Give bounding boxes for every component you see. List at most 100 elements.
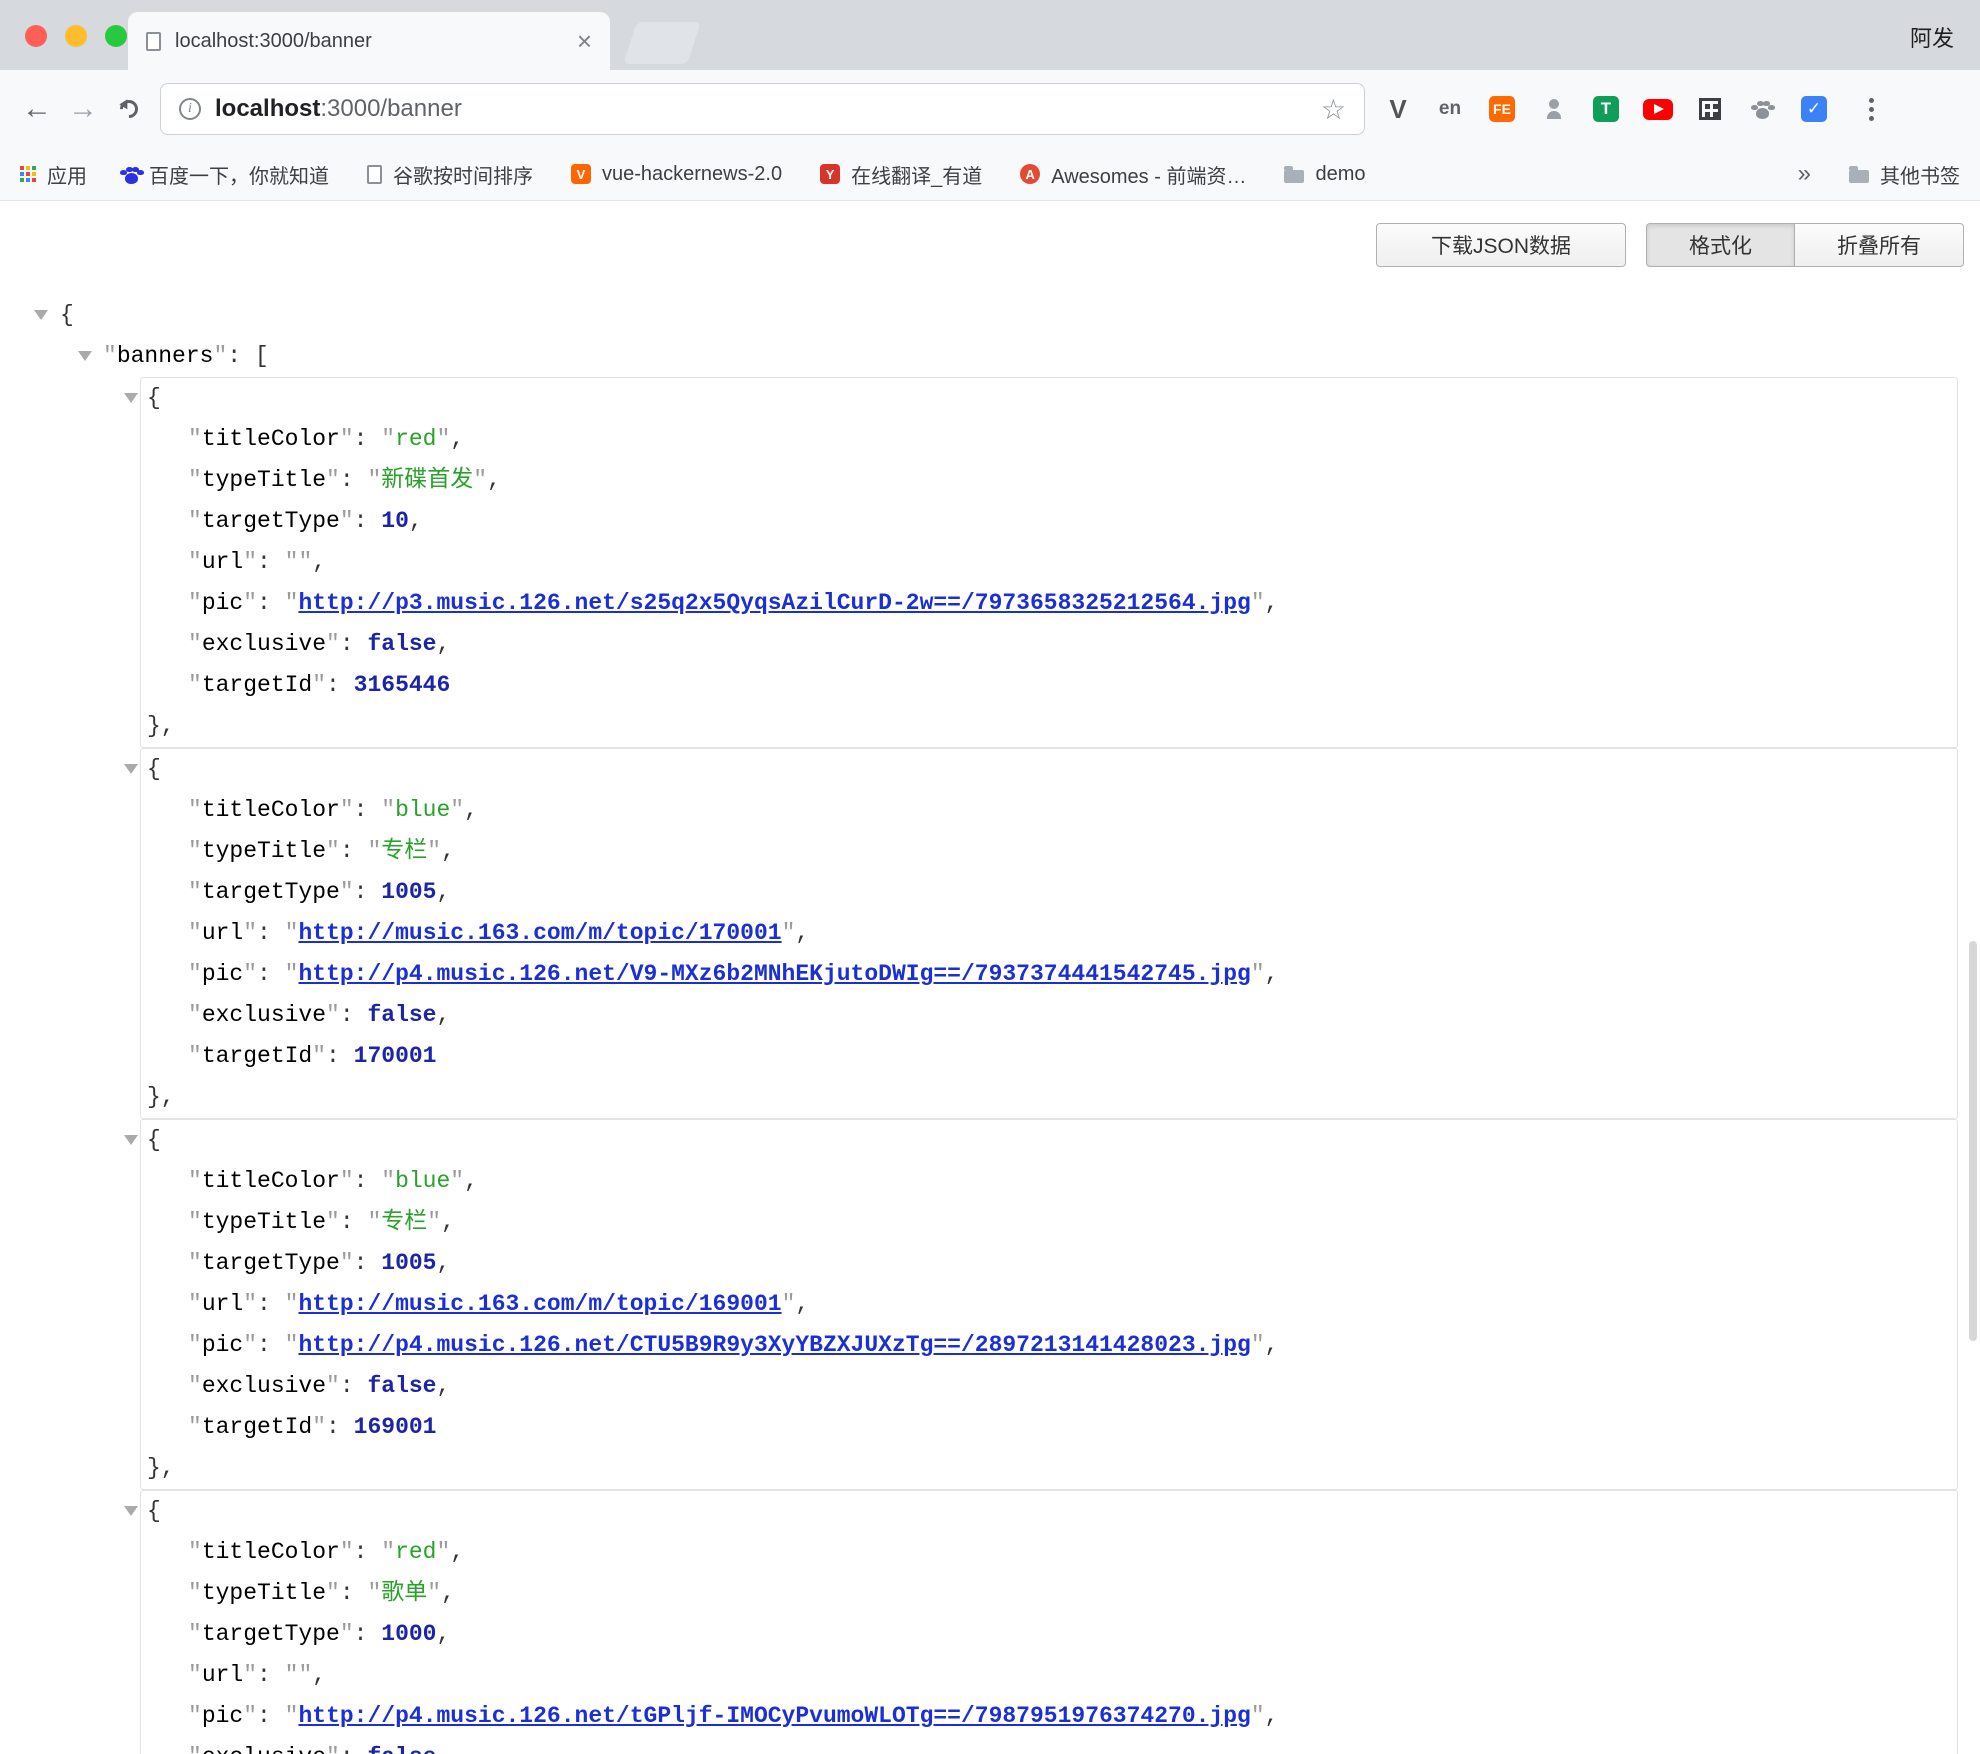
json-object-box: {"titleColor": "blue","typeTitle": "专栏",… [140,1119,1958,1490]
tab-strip: localhost:3000/banner × 阿发 [0,0,1980,70]
json-line: "url": "", [141,542,1957,583]
bookmark-demo-folder[interactable]: demo [1284,163,1365,186]
forward-button[interactable]: → [60,92,106,126]
youtube-extension-icon[interactable] [1643,94,1673,124]
json-object-box: {"titleColor": "blue","typeTitle": "专栏",… [140,748,1958,1119]
back-button[interactable]: ← [14,92,60,126]
json-line: "url": "http://music.163.com/m/topic/170… [141,913,1957,954]
json-link[interactable]: http://p4.music.126.net/tGPljf-IMOCyPvum… [298,1703,1250,1729]
bookmark-baidu[interactable]: 百度一下，你就知道 [125,160,329,189]
collapse-all-button[interactable]: 折叠所有 [1795,223,1964,267]
bookmark-apps[interactable]: 应用 [20,160,87,189]
json-link[interactable]: http://p4.music.126.net/V9-MXz6b2MNhEKju… [298,961,1250,987]
format-button[interactable]: 格式化 [1646,223,1795,267]
json-line: }, [141,1077,1957,1118]
scrollbar-thumb[interactable] [1969,941,1977,1341]
collapse-toggle-icon[interactable] [124,1506,138,1516]
json-line: "targetId": 3165446 [141,665,1957,706]
bookmark-google-sort[interactable]: 谷歌按时间排序 [367,160,533,189]
reload-button[interactable] [106,100,152,118]
json-link[interactable]: http://music.163.com/m/topic/170001 [298,920,781,946]
collapse-toggle-icon[interactable] [34,310,48,320]
tab-close-icon[interactable]: × [577,28,592,54]
json-line: "targetType": 1005, [141,872,1957,913]
minimize-window-button[interactable] [65,25,87,47]
bookmark-youdao[interactable]: Y在线翻译_有道 [820,160,982,189]
page-content: 下载JSON数据 格式化 折叠所有 {"banners": [{"titleCo… [0,201,1980,1701]
bookmark-star-icon[interactable]: ☆ [1321,93,1346,126]
json-link[interactable]: http://p4.music.126.net/CTU5B9R9y3XyYBZX… [298,1332,1250,1358]
translate-extension-icon[interactable]: en [1435,94,1465,124]
bookmarks-overflow-icon[interactable]: » [1798,160,1811,188]
page-favicon-icon [146,32,161,51]
browser-tab[interactable]: localhost:3000/banner × [128,12,610,70]
paw-extension-icon[interactable] [1747,94,1777,124]
json-link[interactable]: http://p3.music.126.net/s25q2x5QyqsAzilC… [298,590,1250,616]
bookmark-vue-hackernews[interactable]: Vvue-hackernews-2.0 [571,163,782,186]
json-line: "typeTitle": "歌单", [141,1573,1957,1614]
tab-title: localhost:3000/banner [175,30,372,53]
folder-icon [1284,170,1304,183]
people-extension-icon[interactable] [1539,94,1569,124]
json-line: { [141,1491,1957,1532]
collapse-toggle-icon[interactable] [124,764,138,774]
collapse-toggle-icon[interactable] [78,351,92,361]
json-line: "exclusive": false [141,1737,1957,1754]
blue-shield-extension-icon[interactable]: ✓ [1799,94,1829,124]
json-line: { [141,749,1957,790]
apps-grid-icon [20,166,36,182]
json-line: "targetType": 1005, [141,1243,1957,1284]
json-line: "pic": "http://p4.music.126.net/V9-MXz6b… [141,954,1957,995]
json-line: "pic": "http://p3.music.126.net/s25q2x5Q… [141,583,1957,624]
menu-dots-icon [1869,107,1874,112]
json-line: "url": "http://music.163.com/m/topic/169… [141,1284,1957,1325]
json-object-box: {"titleColor": "red","typeTitle": "新碟首发"… [140,377,1958,748]
json-line: "pic": "http://p4.music.126.net/CTU5B9R9… [141,1325,1957,1366]
youdao-icon: Y [820,164,840,184]
browser-menu-button[interactable] [1851,94,1881,124]
close-window-button[interactable] [25,25,47,47]
collapse-toggle-icon[interactable] [124,1135,138,1145]
json-line: "exclusive": false, [141,1366,1957,1407]
scrollbar[interactable] [1966,201,1980,1754]
green-shield-extension-icon[interactable]: T [1591,94,1621,124]
bookmarks-bar: 应用 百度一下，你就知道 谷歌按时间排序 Vvue-hackernews-2.0… [0,148,1980,201]
json-line: "titleColor": "red", [141,419,1957,460]
json-line: }, [141,1448,1957,1489]
baidu-paw-icon [125,173,138,184]
page-info-icon[interactable]: i [179,98,201,120]
navigation-toolbar: ← → i localhost:3000/banner ☆ V en FE T … [0,70,1980,148]
json-line: "titleColor": "red", [141,1532,1957,1573]
json-line: "pic": "http://p4.music.126.net/tGPljf-I… [141,1696,1957,1737]
json-line: { [0,295,1980,336]
bookmark-awesomes[interactable]: AAwesomes - 前端资… [1020,160,1246,189]
json-line: "targetId": 169001 [141,1407,1957,1448]
window-controls [25,25,127,47]
format-button-group: 格式化 折叠所有 [1646,223,1964,267]
browser-window: localhost:3000/banner × 阿发 ← → i localho… [0,0,1980,1754]
json-line: "targetType": 10, [141,501,1957,542]
awesomes-icon: A [1020,164,1040,184]
json-line: "targetType": 1000, [141,1614,1957,1655]
address-bar[interactable]: i localhost:3000/banner ☆ [160,83,1365,135]
collapse-toggle-icon[interactable] [124,393,138,403]
json-line: "typeTitle": "专栏", [141,1202,1957,1243]
vimium-extension-icon[interactable]: V [1383,94,1413,124]
new-tab-button[interactable] [623,22,701,64]
json-line: "typeTitle": "专栏", [141,831,1957,872]
url-path: :3000/banner [320,95,461,122]
url-text[interactable]: localhost:3000/banner [215,95,462,123]
fehelper-extension-icon[interactable]: FE [1487,94,1517,124]
json-line: "titleColor": "blue", [141,790,1957,831]
extension-icons: V en FE T ✓ [1383,94,1881,124]
json-line: { [141,1120,1957,1161]
json-link[interactable]: http://music.163.com/m/topic/169001 [298,1291,781,1317]
json-line: "titleColor": "blue", [141,1161,1957,1202]
profile-name[interactable]: 阿发 [1910,21,1954,53]
zoom-window-button[interactable] [105,25,127,47]
bookmark-others-folder[interactable]: 其他书签 [1849,160,1960,189]
qrcode-extension-icon[interactable] [1695,94,1725,124]
json-line: "exclusive": false, [141,624,1957,665]
download-json-button[interactable]: 下载JSON数据 [1376,223,1626,267]
json-line: "typeTitle": "新碟首发", [141,460,1957,501]
